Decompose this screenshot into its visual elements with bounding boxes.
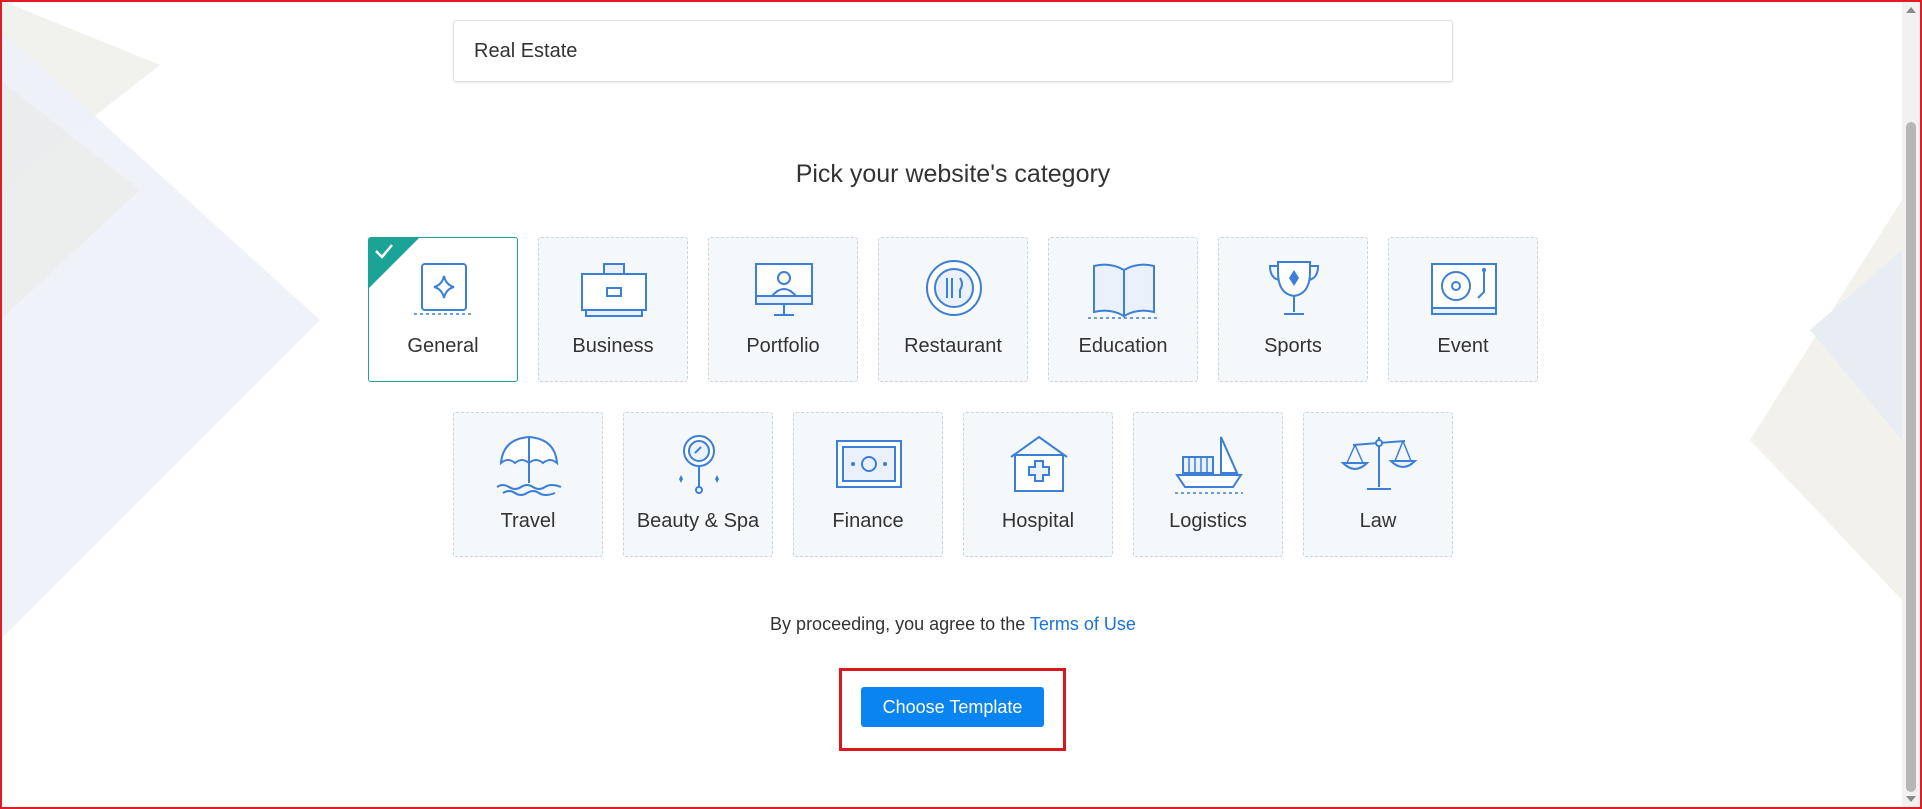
category-label: Restaurant <box>904 335 1002 357</box>
category-card-portfolio[interactable]: Portfolio <box>708 237 858 382</box>
category-card-finance[interactable]: Finance <box>793 412 943 557</box>
hand-mirror-icon <box>679 435 719 494</box>
category-label: Law <box>1359 510 1397 532</box>
category-label: Event <box>1437 335 1489 357</box>
scroll-up-icon[interactable] <box>1906 7 1916 13</box>
turntable-icon <box>1431 263 1497 315</box>
category-card-education[interactable]: Education <box>1048 237 1198 382</box>
scroll-thumb[interactable] <box>1906 122 1916 792</box>
scroll-down-icon[interactable] <box>1906 796 1916 802</box>
category-card-sports[interactable]: Sports <box>1218 237 1368 382</box>
terms-agreement: By proceeding, you agree to the Terms of… <box>453 614 1453 635</box>
category-label: Portfolio <box>746 335 820 357</box>
page-heading: Pick your website's category <box>795 160 1111 188</box>
sparkle-frame-icon <box>414 263 474 315</box>
category-card-logistics[interactable]: Logistics <box>1133 412 1283 557</box>
terms-of-use-link[interactable]: Terms of Use <box>1030 614 1136 634</box>
checkmark-icon <box>375 244 393 259</box>
hospital-icon <box>1010 435 1068 492</box>
vertical-scrollbar[interactable] <box>1902 2 1920 807</box>
category-card-event[interactable]: Event <box>1388 237 1538 382</box>
plate-fork-icon <box>926 260 982 316</box>
trophy-icon <box>1268 261 1320 315</box>
category-card-business[interactable]: Business <box>538 237 688 382</box>
scales-icon <box>1340 437 1418 490</box>
cargo-ship-icon <box>1175 436 1243 494</box>
category-card-travel[interactable]: Travel <box>453 412 603 557</box>
site-name-input[interactable] <box>453 20 1453 82</box>
category-card-hospital[interactable]: Hospital <box>963 412 1113 557</box>
beach-umbrella-icon <box>496 435 562 496</box>
monitor-person-icon <box>755 263 813 316</box>
open-book-icon <box>1088 263 1160 319</box>
category-label: Logistics <box>1169 510 1247 532</box>
category-card-restaurant[interactable]: Restaurant <box>878 237 1028 382</box>
agreement-text: By proceeding, you agree to the <box>770 614 1026 634</box>
category-label: Beauty & Spa <box>636 510 760 532</box>
category-card-beauty-spa[interactable]: Beauty & Spa <box>623 412 773 557</box>
category-label: Business <box>572 335 654 357</box>
category-label: General <box>407 335 479 357</box>
category-label: Hospital <box>1001 510 1075 532</box>
banknote-icon <box>836 440 902 488</box>
category-label: Education <box>1078 335 1168 357</box>
category-card-law[interactable]: Law <box>1303 412 1453 557</box>
category-card-general[interactable]: General <box>368 237 518 382</box>
briefcase-icon <box>581 263 647 317</box>
category-label: Travel <box>500 510 556 532</box>
choose-template-button[interactable]: Choose Template <box>861 687 1044 727</box>
category-label: Finance <box>832 510 904 532</box>
category-label: Sports <box>1264 335 1322 357</box>
